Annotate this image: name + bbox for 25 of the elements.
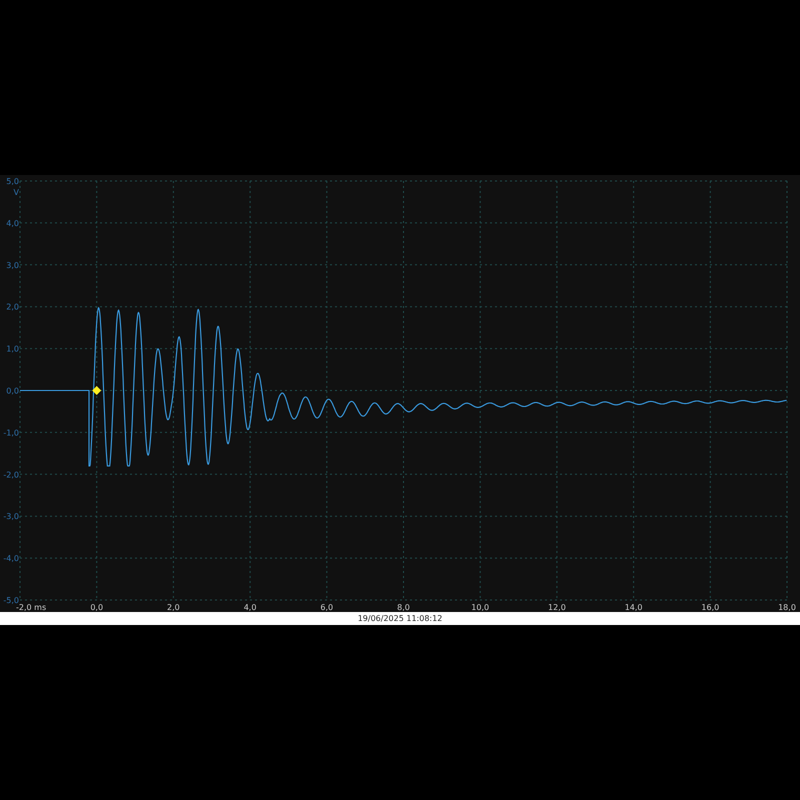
x-axis-label: 16,0 xyxy=(701,603,720,612)
y-axis-label: -1,0 xyxy=(3,428,19,438)
x-axis-label: 0,0 xyxy=(90,603,104,612)
y-axis-label: 5,0 xyxy=(6,177,19,186)
timestamp: 19/06/2025 11:08:12 xyxy=(358,614,442,622)
y-axis-label: -4,0 xyxy=(3,554,19,564)
x-axis-label: 4,0 xyxy=(244,603,256,612)
x-axis-label: 14,0 xyxy=(624,603,642,612)
y-axis-unit: V xyxy=(14,188,19,197)
y-axis-label: 4,0 xyxy=(6,218,19,228)
x-axis-label: 18,0 xyxy=(778,603,796,612)
y-axis-label: -5,0 xyxy=(3,596,19,605)
y-axis-label: 3,0 xyxy=(6,260,19,270)
x-axis-label: 6,0 xyxy=(320,603,334,612)
trigger-marker-icon[interactable] xyxy=(92,386,102,395)
y-axis-label: -2,0 xyxy=(3,470,19,480)
y-axis-label: 0,0 xyxy=(6,386,19,396)
x-axis-label: 10,0 xyxy=(471,603,490,612)
y-axis-label: 2,0 xyxy=(6,302,19,312)
y-axis-label: -3,0 xyxy=(3,512,19,522)
x-axis-label: 12,0 xyxy=(548,603,566,612)
x-axis-label: 8,0 xyxy=(397,603,410,612)
x-axis-label: 2,0 xyxy=(167,603,180,612)
x-axis-label: -2,0 ms xyxy=(16,603,46,612)
y-axis-label: 1,0 xyxy=(6,344,19,354)
